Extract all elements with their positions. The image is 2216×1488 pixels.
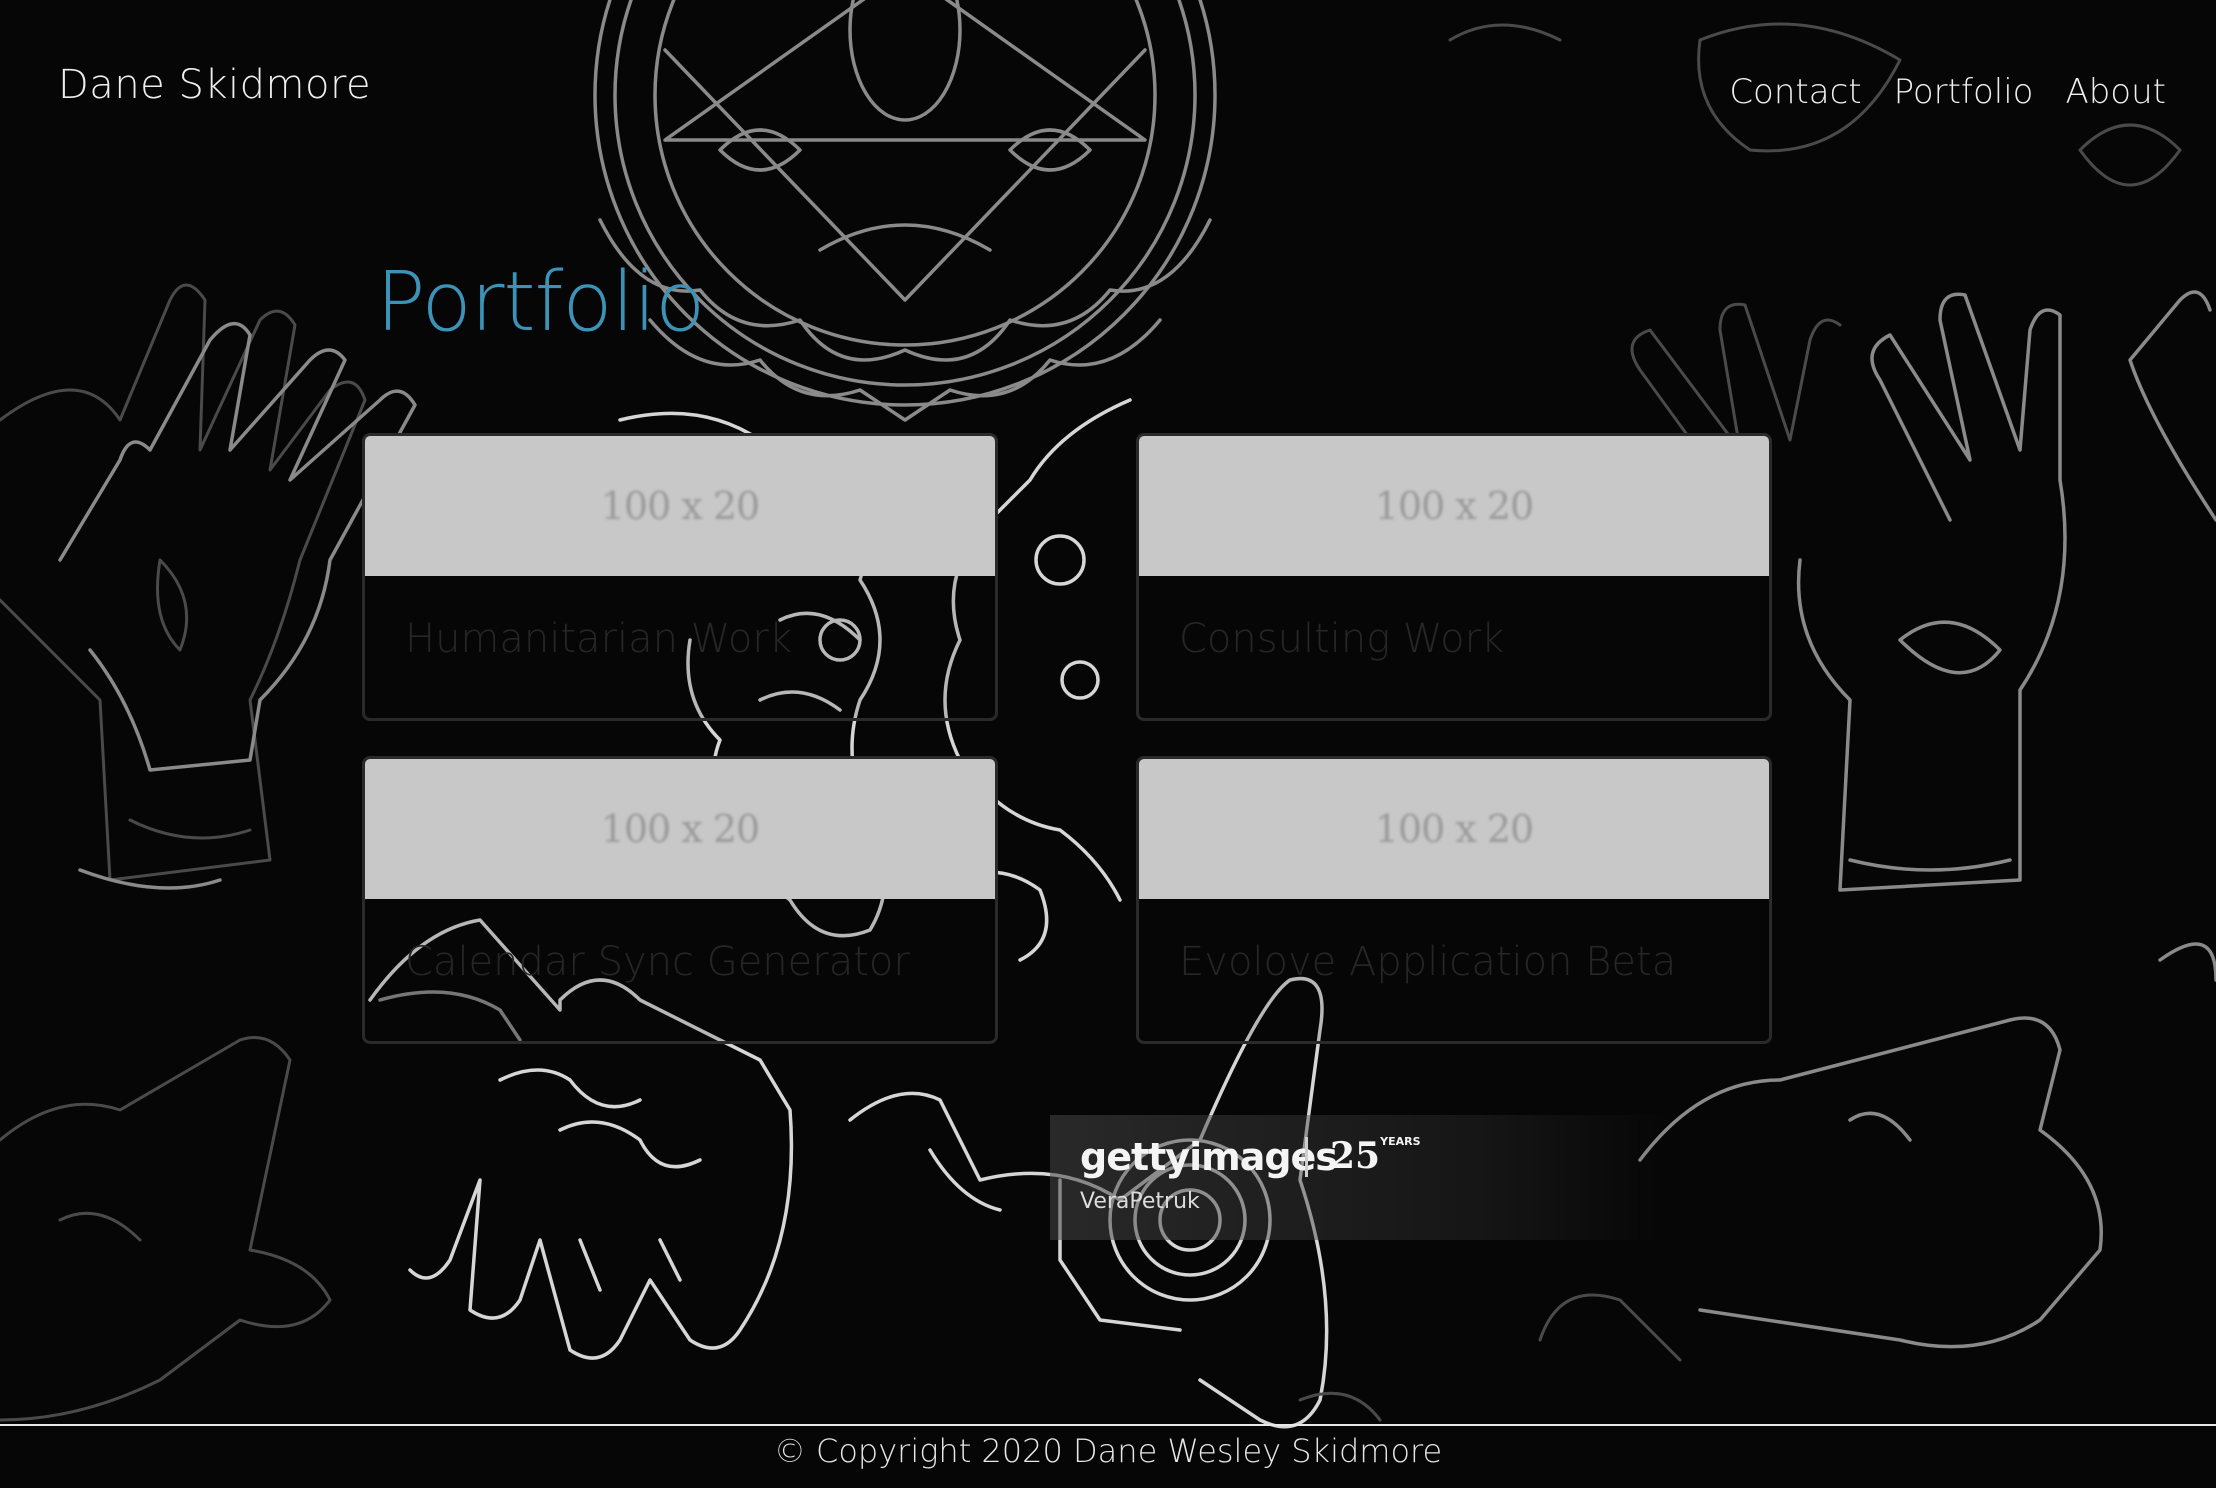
portfolio-card-calendar-sync[interactable]: 100 x 20 Calendar Sync Generator: [362, 756, 998, 1044]
nav-link-contact[interactable]: Contact: [1729, 72, 1861, 112]
mandala-ornament: [593, 0, 1217, 422]
card-title: Evolove Application Beta: [1179, 939, 1677, 985]
site-brand-link[interactable]: Dane Skidmore: [58, 62, 371, 108]
stock-photo-watermark: gettyimages 25YEARS VeraPetruk: [1050, 1115, 1670, 1240]
card-title: Humanitarian Work: [405, 616, 792, 662]
footer-divider: [0, 1424, 2216, 1426]
card-placeholder-image: 100 x 20: [365, 436, 995, 576]
card-title: Consulting Work: [1179, 616, 1505, 662]
nav-link-portfolio[interactable]: Portfolio: [1894, 72, 2034, 112]
card-placeholder-image: 100 x 20: [1139, 759, 1769, 899]
watermark-divider: [1305, 1137, 1308, 1177]
footer-copyright: © Copyright 2020 Dane Wesley Skidmore: [773, 1432, 1443, 1470]
placeholder-image-label: 100 x 20: [600, 807, 760, 851]
henna-hands-background-illustration: [0, 0, 2216, 1429]
portfolio-card-evolove[interactable]: 100 x 20 Evolove Application Beta: [1136, 756, 1772, 1044]
watermark-anniversary: 25YEARS: [1330, 1135, 1421, 1177]
card-title: Calendar Sync Generator: [405, 939, 910, 985]
placeholder-image-label: 100 x 20: [1374, 484, 1534, 528]
placeholder-image-label: 100 x 20: [1374, 807, 1534, 851]
placeholder-image-label: 100 x 20: [600, 484, 760, 528]
nav-link-about[interactable]: About: [2065, 72, 2166, 112]
portfolio-card-humanitarian[interactable]: 100 x 20 Humanitarian Work: [362, 433, 998, 721]
watermark-credit: VeraPetruk: [1080, 1189, 1200, 1214]
watermark-logo: gettyimages: [1080, 1135, 1338, 1179]
card-placeholder-image: 100 x 20: [365, 759, 995, 899]
card-placeholder-image: 100 x 20: [1139, 436, 1769, 576]
portfolio-card-consulting[interactable]: 100 x 20 Consulting Work: [1136, 433, 1772, 721]
main-nav: Contact Portfolio About: [1729, 72, 2166, 112]
portfolio-page: Dane Skidmore Contact Portfolio About Po…: [0, 0, 2216, 1488]
page-title: Portfolio: [376, 255, 705, 350]
